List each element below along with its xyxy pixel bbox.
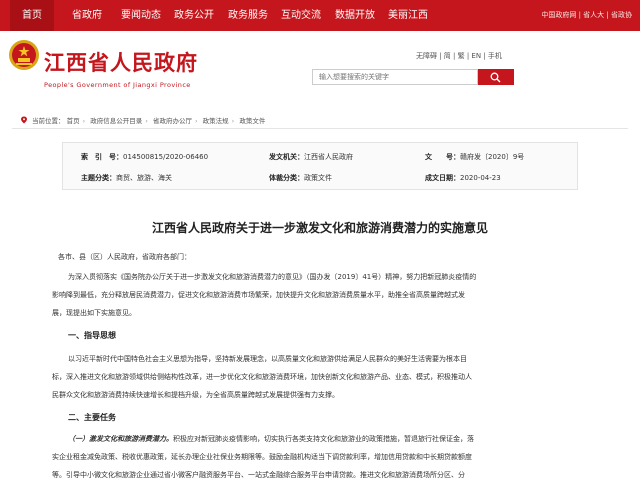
task-line-3: 等。引导中小微文化和旅游企业通过省小微客户融资服务平台、一站式金融综合服务平台申… (52, 471, 465, 479)
meta-date: 成文日期：2020-04-23 (425, 174, 501, 182)
intro-line-1: 为深入贯彻落实《国务院办公厅关于进一步激发文化和旅游消费潜力的意见》（国办发〔2… (68, 273, 477, 281)
meta-issuer: 发文机关：江西省人民政府 (269, 153, 353, 161)
document-metadata: 索 引 号：014500815/2020-06460 发文机关：江西省人民政府 … (62, 142, 578, 190)
top-nav: 首页 省政府 要闻动态 政务公开 政务服务 互动交流 数据开放 美丽江西 中国政… (0, 0, 640, 31)
meta-topic: 主题分类：商贸、旅游、海关 (81, 174, 172, 182)
intro-line-2: 影响降到最低，充分释放居民消费潜力，促进文化和旅游消费市场繁荣，加快提升文化和旅… (52, 291, 465, 299)
nav-interaction[interactable]: 互动交流 (281, 0, 321, 31)
salutation: 各市、县（区）人民政府，省政府各部门： (58, 253, 191, 261)
external-links[interactable]: 中国政府网 | 省人大 | 省政协 (541, 0, 632, 31)
breadcrumb-item-policies-regulations[interactable]: 政策法规 (203, 117, 229, 125)
nav-open-data[interactable]: 数据开放 (335, 0, 375, 31)
search-icon (490, 72, 501, 83)
divider (12, 128, 628, 129)
nav-home[interactable]: 首页 (10, 0, 54, 31)
site-subtitle: People's Government of Jiangxi Province (44, 81, 191, 89)
nav-government-affairs-open[interactable]: 政务公开 (174, 0, 214, 31)
breadcrumb-item-info-catalog[interactable]: 政府信息公开目录 (90, 117, 142, 125)
nav-beautiful-jiangxi[interactable]: 美丽江西 (388, 0, 428, 31)
task-lead: （一）激发文化和旅游消费潜力。 (68, 435, 173, 443)
meta-index: 索 引 号：014500815/2020-06460 (81, 153, 209, 161)
breadcrumb-item-policy-documents[interactable]: 政策文件 (239, 117, 265, 125)
location-pin-icon (21, 116, 27, 124)
nav-government-services[interactable]: 政务服务 (228, 0, 268, 31)
search-input[interactable] (312, 69, 478, 85)
site-header: 江西省人民政府 People's Government of Jiangxi P… (0, 31, 640, 95)
meta-genre: 体裁分类：政策文件 (269, 174, 332, 182)
document-title: 江西省人民政府关于进一步激发文化和旅游消费潜力的实施意见 (151, 221, 488, 235)
task-line-1: （一）激发文化和旅游消费潜力。积极应对新冠肺炎疫情影响，切实执行各类支持文化和旅… (68, 430, 598, 448)
breadcrumb-label: 当前位置： (32, 117, 65, 125)
accessibility-language-links[interactable]: 无障碍 | 简 | 繁 | EN | 手机 (416, 51, 502, 61)
guide-line-1: 以习近平新时代中国特色社会主义思想为指导，坚持新发展理念，以高质量文化和旅游供给… (68, 355, 467, 363)
search-button[interactable] (478, 69, 514, 85)
national-emblem-icon (9, 40, 39, 70)
breadcrumb-item-home[interactable]: 首页 (67, 117, 80, 125)
section-heading-main-tasks: 二、主要任务 (68, 413, 116, 422)
breadcrumb-item-general-office[interactable]: 省政府办公厅 (153, 117, 192, 125)
task-line-2: 实企业租金减免政策、税收优惠政策，延长办理企业社保业务期限等。鼓励金融机构适当下… (52, 453, 472, 461)
nav-news[interactable]: 要闻动态 (121, 0, 161, 31)
guide-line-2: 标，深入推进文化和旅游领域供给侧结构性改革，进一步优化文化和旅游消费环境，加快创… (52, 373, 472, 381)
section-heading-guiding-ideology: 一、指导思想 (68, 331, 116, 340)
breadcrumb-trail: 当前位置： 首页 › 政府信息公开目录 › 省政府办公厅 › 政策法规 › 政策文件 (32, 117, 266, 125)
meta-doc-number: 文 号：赣府发〔2020〕9号 (425, 153, 525, 161)
nav-province-government[interactable]: 省政府 (72, 0, 102, 31)
breadcrumb: 当前位置： 首页 › 政府信息公开目录 › 省政府办公厅 › 政策法规 › 政策文件 (0, 113, 640, 127)
intro-line-3: 展，现提出如下实施意见。 (52, 309, 136, 317)
task-line-1-rest: 积极应对新冠肺炎疫情影响，切实执行各类支持文化和旅游业的政策措施，暂退旅行社保证… (173, 435, 474, 443)
site-title[interactable]: 江西省人民政府 (44, 47, 198, 77)
guide-line-3: 民群众文化和旅游消费持续快速增长和提档升级，为全省高质量跨越式发展提供强有力支撑… (52, 391, 339, 399)
